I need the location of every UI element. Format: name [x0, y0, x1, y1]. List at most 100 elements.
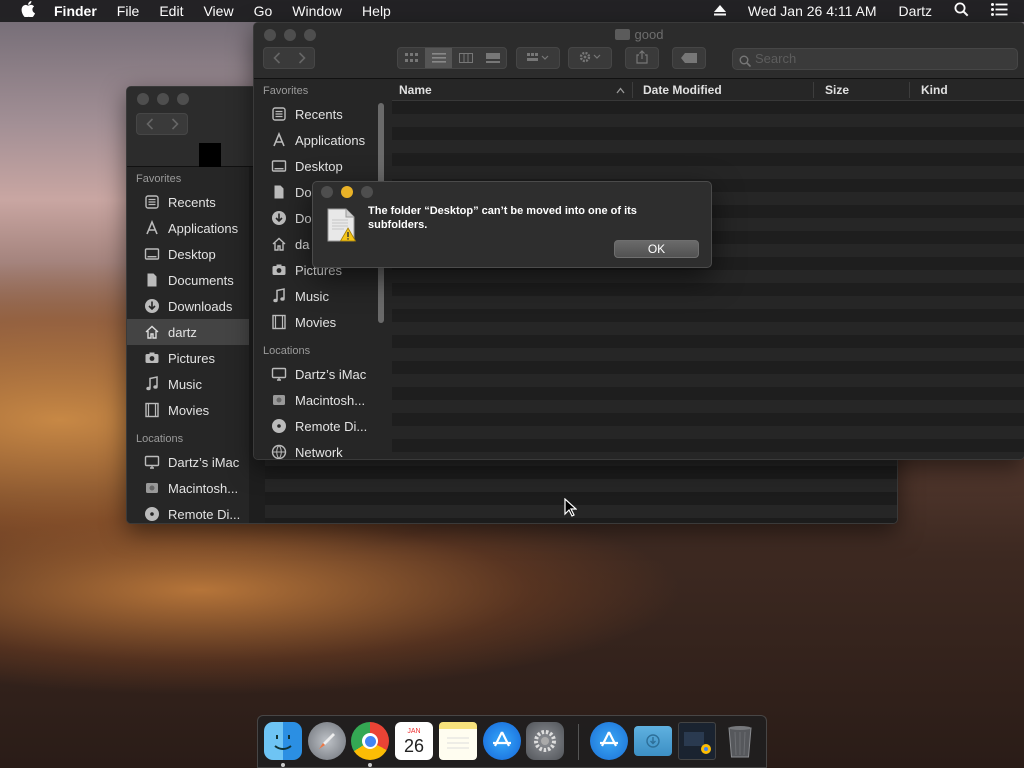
- column-divider[interactable]: [909, 82, 910, 98]
- search-input[interactable]: Search: [732, 48, 1018, 70]
- hard-drive-icon: [270, 391, 288, 409]
- notification-center-icon[interactable]: [991, 3, 1008, 19]
- launchpad-icon[interactable]: [308, 722, 346, 760]
- sidebar-item-label: Music: [295, 288, 329, 304]
- home-icon: [143, 323, 161, 341]
- notes-icon[interactable]: [439, 722, 477, 760]
- recents-icon: [143, 193, 161, 211]
- column-size[interactable]: Size: [825, 83, 849, 97]
- sidebar-item-label: Remote Di...: [295, 418, 368, 434]
- eject-icon[interactable]: [713, 3, 726, 19]
- sidebar-item-desktop[interactable]: Desktop: [254, 153, 392, 179]
- sidebar-item-pictures[interactable]: Pictures: [127, 345, 249, 371]
- globe-icon: [270, 443, 288, 459]
- menu-go[interactable]: Go: [254, 3, 273, 19]
- minimize-button[interactable]: [341, 186, 353, 198]
- sidebar-item-imac[interactable]: Dartz’s iMac: [127, 449, 249, 475]
- tags-button[interactable]: [672, 47, 706, 69]
- close-button[interactable]: [321, 186, 333, 198]
- sidebar-item-remote-disc[interactable]: Remote Di...: [127, 501, 249, 523]
- back-forward-buttons: [263, 47, 315, 69]
- applications-folder-icon[interactable]: [590, 722, 628, 760]
- spotlight-search-icon[interactable]: [954, 2, 969, 20]
- sidebar-item-movies[interactable]: Movies: [254, 309, 392, 335]
- sort-ascending-icon[interactable]: [616, 83, 625, 97]
- calendar-icon[interactable]: JAN 26: [395, 722, 433, 760]
- app-store-icon[interactable]: [483, 722, 521, 760]
- column-divider[interactable]: [632, 82, 633, 98]
- sidebar-item-recents[interactable]: Recents: [254, 101, 392, 127]
- film-icon: [143, 401, 161, 419]
- tag-icon: [681, 51, 697, 66]
- ok-button[interactable]: OK: [614, 240, 699, 258]
- sidebar-item-macintosh-hd[interactable]: Macintosh...: [254, 387, 392, 413]
- chrome-icon[interactable]: [351, 722, 389, 760]
- sidebar: Favorites Recents Applications Desktop D…: [254, 79, 392, 459]
- running-indicator: [281, 763, 285, 767]
- column-name[interactable]: Name: [399, 83, 432, 97]
- file-list[interactable]: Name Date Modified Size Kind: [392, 79, 1024, 459]
- column-view-icon[interactable]: [452, 48, 479, 68]
- camera-icon: [270, 261, 288, 279]
- sidebar-item-label: Desktop: [295, 158, 343, 174]
- back-arrow-icon[interactable]: [137, 114, 162, 134]
- menu-view[interactable]: View: [203, 3, 233, 19]
- sidebar-item-label: Documents: [168, 272, 234, 288]
- trash-icon[interactable]: [721, 722, 759, 760]
- apple-menu-icon[interactable]: [18, 1, 38, 21]
- camera-icon: [143, 349, 161, 367]
- system-preferences-icon[interactable]: [526, 722, 564, 760]
- sidebar-item-music[interactable]: Music: [254, 283, 392, 309]
- sidebar-item-remote-disc[interactable]: Remote Di...: [254, 413, 392, 439]
- sidebar-item-music[interactable]: Music: [127, 371, 249, 397]
- column-date-modified[interactable]: Date Modified: [643, 83, 722, 97]
- sidebar-item-macintosh-hd[interactable]: Macintosh...: [127, 475, 249, 501]
- menu-file[interactable]: File: [117, 3, 140, 19]
- minimize-button[interactable]: [157, 93, 169, 105]
- desktop-icon: [270, 157, 288, 175]
- column-divider[interactable]: [813, 82, 814, 98]
- forward-arrow-icon[interactable]: [289, 48, 314, 68]
- sidebar-item-label: Do: [295, 184, 312, 200]
- group-by-dropdown[interactable]: [516, 47, 560, 69]
- zoom-button[interactable]: [177, 93, 189, 105]
- list-view-icon[interactable]: [425, 48, 452, 68]
- gear-icon: [578, 50, 602, 67]
- gallery-view-icon[interactable]: [479, 48, 506, 68]
- imac-icon: [270, 365, 288, 383]
- search-icon: [739, 53, 752, 73]
- finder-icon[interactable]: [264, 722, 302, 760]
- sidebar-item-dartz[interactable]: dartz: [127, 319, 249, 345]
- menu-window[interactable]: Window: [292, 3, 342, 19]
- sidebar-item-label: Applications: [168, 220, 239, 236]
- back-arrow-icon[interactable]: [264, 48, 289, 68]
- sidebar-item-recents[interactable]: Recents: [127, 189, 249, 215]
- icon-view-icon[interactable]: [398, 48, 425, 68]
- downloads-icon: [143, 297, 161, 315]
- menu-user[interactable]: Dartz: [899, 3, 932, 19]
- menu-edit[interactable]: Edit: [159, 3, 183, 19]
- dock: JAN 26: [257, 715, 767, 768]
- zoom-button[interactable]: [361, 186, 373, 198]
- sidebar-item-downloads[interactable]: Downloads: [127, 293, 249, 319]
- downloads-folder-icon[interactable]: [634, 726, 672, 756]
- sidebar-header-locations: Locations: [136, 433, 184, 445]
- sidebar-item-desktop[interactable]: Desktop: [127, 241, 249, 267]
- sidebar-item-applications[interactable]: Applications: [254, 127, 392, 153]
- share-button[interactable]: [625, 47, 659, 69]
- sidebar-item-documents[interactable]: Documents: [127, 267, 249, 293]
- tab-strip-block: [199, 143, 221, 167]
- menu-clock[interactable]: Wed Jan 26 4:11 AM: [748, 3, 877, 19]
- sidebar-item-network[interactable]: Network: [254, 439, 392, 459]
- action-menu[interactable]: [568, 47, 612, 69]
- window-stack-icon[interactable]: [678, 722, 716, 760]
- sidebar-item-label: Do: [295, 210, 312, 226]
- sidebar-item-imac[interactable]: Dartz’s iMac: [254, 361, 392, 387]
- sidebar-item-applications[interactable]: Applications: [127, 215, 249, 241]
- menu-finder[interactable]: Finder: [54, 3, 97, 19]
- column-kind[interactable]: Kind: [921, 83, 948, 97]
- menu-help[interactable]: Help: [362, 3, 391, 19]
- sidebar-item-movies[interactable]: Movies: [127, 397, 249, 423]
- close-button[interactable]: [137, 93, 149, 105]
- forward-arrow-icon[interactable]: [162, 114, 187, 134]
